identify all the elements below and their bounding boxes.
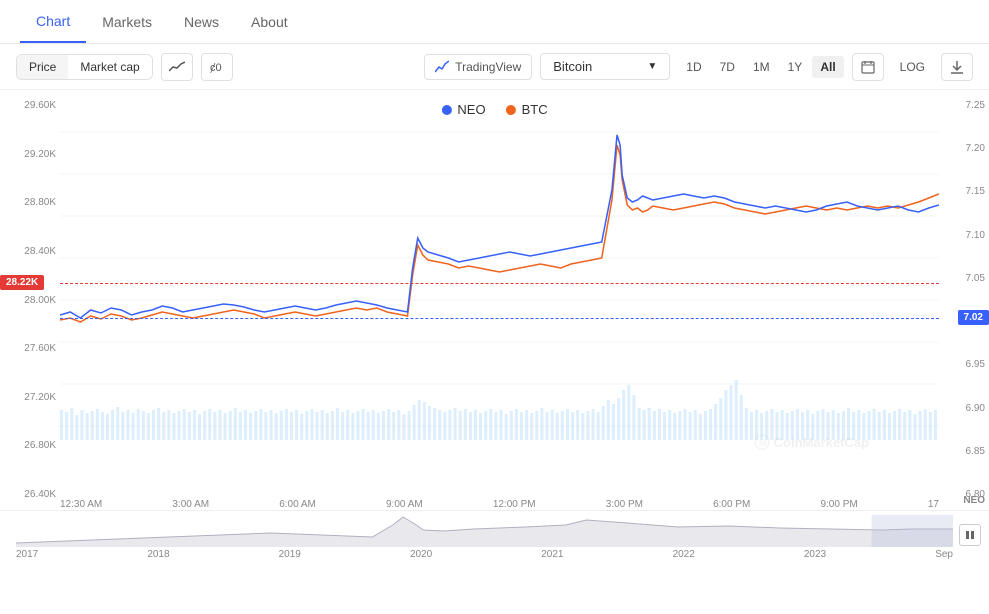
current-price-left-badge: 28.22K	[0, 275, 44, 290]
y-right-label-8: 6.85	[943, 446, 985, 457]
chart-container: 29.60K 29.20K 28.80K 28.40K 28.00K 27.60…	[0, 90, 989, 562]
mini-x-2020: 2020	[410, 549, 432, 560]
y-label-5: 27.60K	[4, 343, 56, 354]
pause-button[interactable]	[959, 524, 981, 546]
price-marketcap-toggle: Price Market cap	[16, 54, 153, 80]
neo-dot	[441, 105, 451, 115]
mini-x-2022: 2022	[673, 549, 695, 560]
legend-btc-label: BTC	[522, 102, 548, 117]
y-right-label-4: 7.05	[943, 273, 985, 284]
chart-svg	[60, 90, 939, 470]
x-label-4: 12:00 PM	[493, 499, 536, 510]
time-1m[interactable]: 1M	[745, 56, 778, 78]
current-price-right-badge: 7.02	[958, 310, 989, 325]
coin-label: Bitcoin	[553, 59, 592, 74]
trading-view-label: TradingView	[455, 60, 521, 74]
y-label-3: 28.40K	[4, 246, 56, 257]
time-range-group: 1D 7D 1M 1Y All	[678, 56, 843, 78]
y-axis-left: 29.60K 29.20K 28.80K 28.40K 28.00K 27.60…	[0, 90, 60, 510]
download-icon[interactable]	[941, 53, 973, 81]
legend-btc: BTC	[506, 102, 548, 117]
x-label-1: 3:00 AM	[172, 499, 209, 510]
x-label-8: 17	[928, 499, 939, 510]
price-button[interactable]: Price	[17, 55, 68, 79]
mini-chart-svg	[16, 515, 953, 547]
mini-x-axis: 2017 2018 2019 2020 2021 2022 2023 Sep	[16, 549, 953, 560]
watermark: M CoinMarketCap	[754, 434, 869, 450]
mini-x-2021: 2021	[541, 549, 563, 560]
y-label-7: 26.80K	[4, 440, 56, 451]
tab-markets[interactable]: Markets	[86, 2, 168, 42]
x-label-6: 6:00 PM	[713, 499, 750, 510]
neo-axis-label: NEO	[963, 495, 985, 506]
y-label-4: 28.00K	[4, 295, 56, 306]
y-label-1: 29.20K	[4, 149, 56, 160]
btc-dot	[506, 105, 516, 115]
time-1y[interactable]: 1Y	[780, 56, 811, 78]
calendar-icon[interactable]	[852, 53, 884, 81]
x-label-5: 3:00 PM	[606, 499, 643, 510]
y-label-2: 28.80K	[4, 197, 56, 208]
chart-legend: NEO BTC	[441, 102, 547, 117]
y-label-8: 26.40K	[4, 489, 56, 500]
chart-main: 29.60K 29.20K 28.80K 28.40K 28.00K 27.60…	[0, 90, 989, 510]
market-cap-button[interactable]: Market cap	[68, 55, 151, 79]
y-right-label-7: 6.90	[943, 403, 985, 414]
mini-x-2023: 2023	[804, 549, 826, 560]
y-label-0: 29.60K	[4, 100, 56, 111]
y-right-label-6: 6.95	[943, 359, 985, 370]
tab-about[interactable]: About	[235, 2, 304, 42]
mini-x-2017: 2017	[16, 549, 38, 560]
y-right-label-1: 7.20	[943, 143, 985, 154]
x-label-2: 6:00 AM	[279, 499, 316, 510]
coin-dropdown[interactable]: Bitcoin ▼	[540, 53, 670, 80]
y-axis-right: 7.25 7.20 7.15 7.10 7.05 7.00 6.95 6.90 …	[939, 90, 989, 510]
x-label-7: 9:00 PM	[820, 499, 857, 510]
svg-text:ȼ0: ȼ0	[210, 62, 222, 73]
y-right-label-2: 7.15	[943, 186, 985, 197]
toolbar: Price Market cap ȼ0 TradingView Bitcoin …	[0, 44, 989, 90]
nav-bar: Chart Markets News About	[0, 0, 989, 44]
mini-chart: 2017 2018 2019 2020 2021 2022 2023 Sep	[0, 510, 989, 562]
trading-view-button[interactable]: TradingView	[424, 54, 532, 80]
legend-neo: NEO	[441, 102, 485, 117]
compare-icon[interactable]: ȼ0	[201, 53, 233, 81]
time-1d[interactable]: 1D	[678, 56, 709, 78]
mini-x-2018: 2018	[147, 549, 169, 560]
legend-neo-label: NEO	[457, 102, 485, 117]
svg-text:M: M	[759, 438, 767, 448]
mini-x-2019: 2019	[279, 549, 301, 560]
dropdown-chevron-icon: ▼	[647, 61, 657, 72]
x-axis: 12:30 AM 3:00 AM 6:00 AM 9:00 AM 12:00 P…	[60, 499, 939, 510]
y-label-6: 27.20K	[4, 392, 56, 403]
tab-news[interactable]: News	[168, 2, 235, 42]
time-7d[interactable]: 7D	[712, 56, 743, 78]
x-label-3: 9:00 AM	[386, 499, 423, 510]
mini-x-sep: Sep	[935, 549, 953, 560]
line-chart-icon[interactable]	[161, 53, 193, 81]
time-all[interactable]: All	[812, 56, 843, 78]
log-button[interactable]: LOG	[892, 56, 933, 78]
y-right-label-0: 7.25	[943, 100, 985, 111]
y-right-label-3: 7.10	[943, 230, 985, 241]
tab-chart[interactable]: Chart	[20, 1, 86, 43]
x-label-0: 12:30 AM	[60, 499, 102, 510]
